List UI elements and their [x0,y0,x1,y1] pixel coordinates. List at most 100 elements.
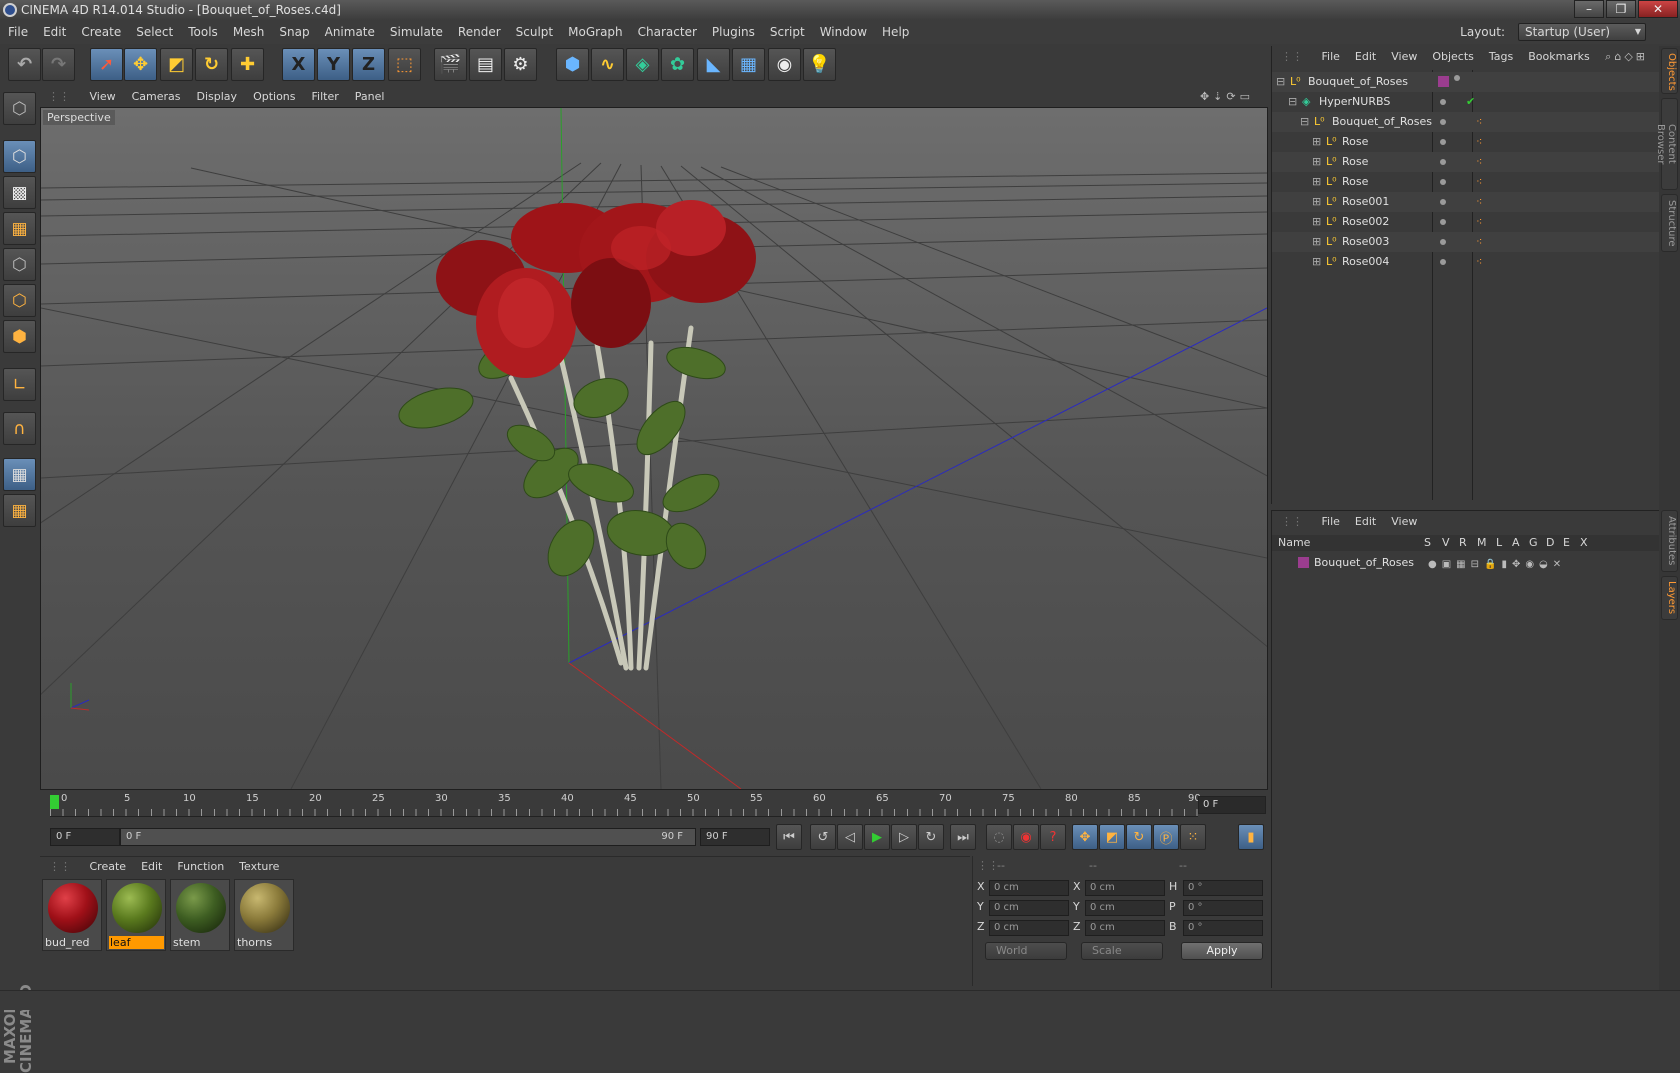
minimize-button[interactable]: – [1574,0,1604,18]
object-row[interactable]: ⊞ L⁰ Rose ⁖ [1272,152,1660,172]
viewport-nav-icons[interactable]: ✥⇣⟳▭ [1192,87,1262,107]
material-menu-function[interactable]: Function [168,857,230,877]
collapse-icon[interactable]: ⊟ [1288,92,1297,112]
object-menu-file[interactable]: File [1313,46,1346,68]
texture-mode-icon[interactable]: ▩ [3,176,36,209]
start-frame-field[interactable]: 0 F [50,828,120,846]
layer-color-swatch[interactable] [1298,557,1309,568]
visibility-dot[interactable] [1440,159,1446,165]
rotate-icon[interactable]: ↻ [195,48,228,81]
pos-x-field[interactable]: 0 cm [989,880,1069,896]
tab-layers[interactable]: Layers [1661,576,1678,620]
move-icon[interactable]: ✥ [124,48,157,81]
expand-icon[interactable]: ⊞ [1312,152,1321,172]
tab-content-browser[interactable]: Content Browser [1655,98,1678,190]
floor-icon[interactable]: ▦ [732,48,765,81]
object-row[interactable]: ⊞ L⁰ Rose004 ⁖ [1272,252,1660,272]
col-generators[interactable]: G [1529,535,1538,551]
planar-workplane-icon[interactable]: ▦ [3,494,36,527]
search-icon[interactable]: ⌕⌂◇⊞ [1596,46,1654,68]
close-button[interactable]: ✕ [1638,0,1678,18]
tab-attributes[interactable]: Attributes [1661,510,1678,572]
deformer-icon[interactable]: ◣ [697,48,730,81]
current-frame-field[interactable]: 0 F [1198,796,1266,814]
timeline-window-icon[interactable]: ▮ [1238,824,1264,850]
object-row[interactable]: ⊞ L⁰ Rose001 ⁖ [1272,192,1660,212]
object-row[interactable]: ⊞ L⁰ Rose002 ⁖ [1272,212,1660,232]
menu-window[interactable]: Window [812,20,874,44]
locked-workplane-icon[interactable]: ▦ [3,458,36,491]
workplane-icon[interactable]: ▦ [3,212,36,245]
menu-script[interactable]: Script [762,20,812,44]
size-y-field[interactable]: 0 cm [1085,900,1165,916]
edges-mode-icon[interactable]: ⬡ [3,284,36,317]
apply-button[interactable]: Apply [1181,942,1263,960]
material-menu-create[interactable]: Create [81,857,133,877]
x-axis-icon[interactable]: X [282,48,315,81]
col-expressions[interactable]: E [1563,535,1570,551]
viewport-menu-view[interactable]: View [82,87,124,107]
key-position-icon[interactable]: ✥ [1072,824,1098,850]
coordinate-mode-dropdown[interactable]: World [985,942,1067,960]
menu-simulate[interactable]: Simulate [382,20,450,44]
menu-mesh[interactable]: Mesh [225,20,272,44]
col-deformers[interactable]: D [1546,535,1554,551]
rot-p-field[interactable]: 0 ° [1183,900,1263,916]
select-icon[interactable]: ➚ [90,48,123,81]
menu-mograph[interactable]: MoGraph [560,20,630,44]
undo-icon[interactable]: ↶ [8,48,41,81]
z-axis-icon[interactable]: Z [352,48,385,81]
menu-select[interactable]: Select [128,20,180,44]
key-rotation-icon[interactable]: ↻ [1126,824,1152,850]
col-manager[interactable]: M [1477,535,1487,551]
menu-character[interactable]: Character [630,20,704,44]
points-mode-icon[interactable]: ⬡ [3,248,36,281]
col-visible[interactable]: V [1442,535,1450,551]
material-tag-icon[interactable]: ⁖ [1476,136,1486,147]
material-swatch[interactable]: thorns [234,879,294,951]
axis-mode-icon[interactable]: ∟ [3,368,36,401]
material-swatch[interactable]: bud_red [42,879,102,951]
array-icon[interactable]: ✿ [661,48,694,81]
menu-tools[interactable]: Tools [180,20,225,44]
menu-help[interactable]: Help [874,20,916,44]
layer-menu-file[interactable]: File [1313,511,1346,533]
render-view-icon[interactable]: 🎬 [434,48,467,81]
3d-viewport[interactable]: Perspective [40,107,1268,790]
tab-objects[interactable]: Objects [1661,48,1678,94]
light-icon[interactable]: 💡 [803,48,836,81]
model-mode-icon[interactable]: ⬡ [3,140,36,173]
next-frame-icon[interactable]: ▷ [891,824,917,850]
material-menu-texture[interactable]: Texture [230,857,285,877]
visibility-dot[interactable] [1440,119,1446,125]
col-locked[interactable]: L [1496,535,1502,551]
material-tag-icon[interactable]: ⁖ [1476,256,1486,267]
viewport-menu-options[interactable]: Options [245,87,303,107]
visibility-dot[interactable] [1440,99,1446,105]
next-key-icon[interactable]: ↻ [918,824,944,850]
world-coords-icon[interactable]: ⬚ [388,48,421,81]
object-row[interactable]: ⊞ L⁰ Rose003 ⁖ [1272,232,1660,252]
material-swatch[interactable]: stem [170,879,230,951]
key-pla-icon[interactable]: ⁙ [1180,824,1206,850]
expand-icon[interactable]: ⊞ [1312,192,1321,212]
spline-icon[interactable]: ∿ [591,48,624,81]
render-settings-icon[interactable]: ⚙ [504,48,537,81]
expand-icon[interactable]: ⊞ [1312,172,1321,192]
col-solo[interactable]: S [1424,535,1431,551]
viewport-menu-cameras[interactable]: Cameras [124,87,189,107]
menu-create[interactable]: Create [73,20,128,44]
expand-icon[interactable]: ⊞ [1312,132,1321,152]
keyframe-selection-icon[interactable]: ? [1040,824,1066,850]
scale-icon[interactable]: ◩ [160,48,193,81]
snap-magnet-icon[interactable]: ∩ [3,412,36,445]
visibility-dot[interactable] [1440,239,1446,245]
object-menu-view[interactable]: View [1382,46,1423,68]
layer-menu-edit[interactable]: Edit [1346,511,1382,533]
previous-key-icon[interactable]: ↺ [810,824,836,850]
material-swatch[interactable]: leaf [106,879,166,951]
make-editable-icon[interactable]: ⬡ [3,92,36,125]
key-parameter-icon[interactable]: Ⓟ [1153,824,1179,850]
pos-z-field[interactable]: 0 cm [989,920,1069,936]
object-row[interactable]: ⊞ L⁰ Rose ⁖ [1272,172,1660,192]
